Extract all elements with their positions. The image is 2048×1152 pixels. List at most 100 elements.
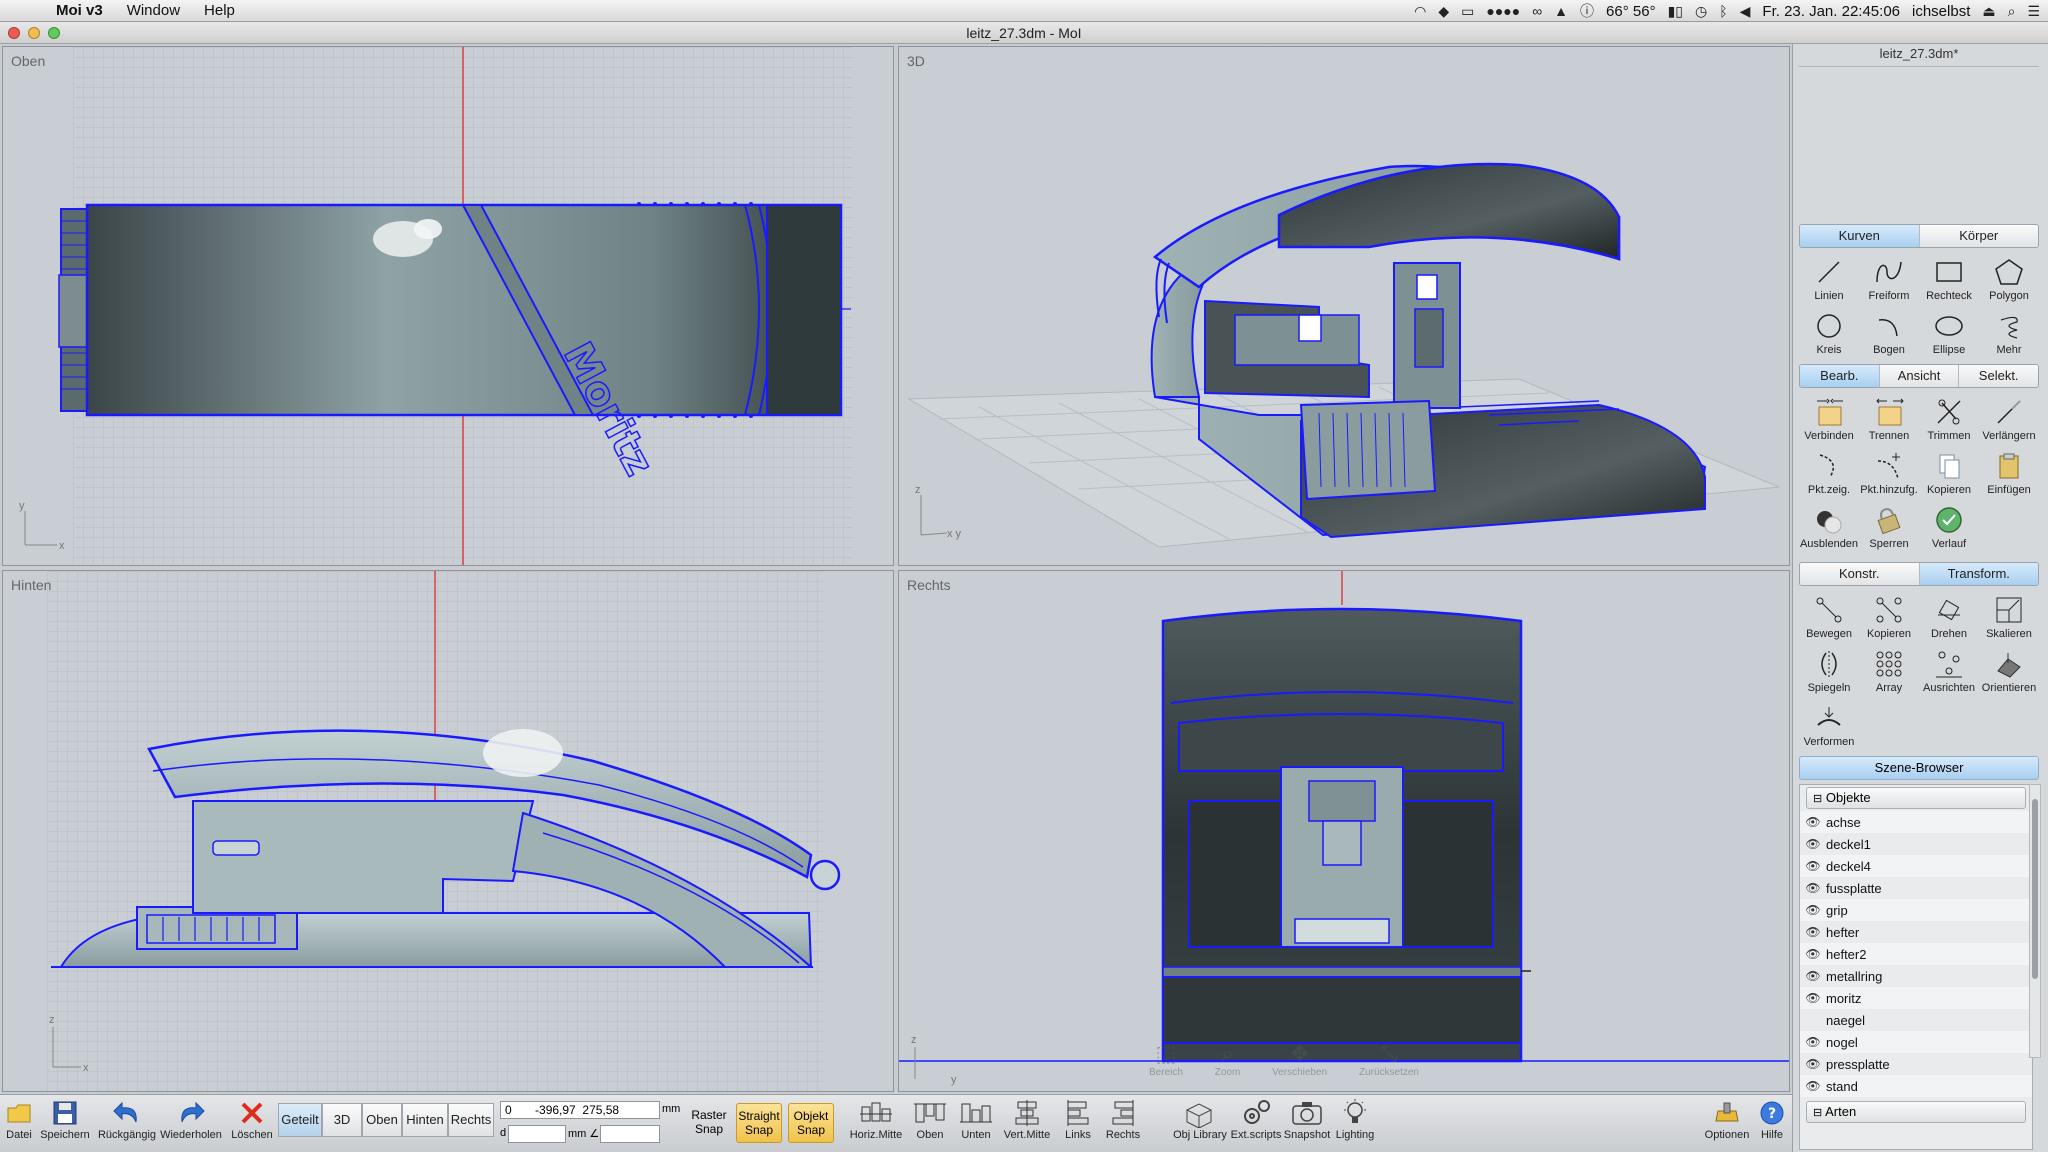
view-split-button[interactable]: Geteilt xyxy=(278,1103,322,1137)
eye-visible-icon[interactable]: 👁 xyxy=(1800,1035,1826,1049)
tool-rotate[interactable]: Drehen xyxy=(1919,588,1979,642)
tool-hide[interactable]: Ausblenden xyxy=(1799,498,1859,552)
nav-pan-button[interactable]: ✥ Verschieben xyxy=(1272,1041,1327,1091)
display-icon[interactable]: ▭ xyxy=(1461,3,1474,20)
align-horiz-center-button[interactable]: Horiz.Mitte xyxy=(848,1097,904,1141)
eye-visible-icon[interactable]: 👁 xyxy=(1800,991,1826,1005)
object-library-button[interactable]: Obj Library xyxy=(1172,1097,1228,1141)
user-name[interactable]: ichselbst xyxy=(1912,3,1970,20)
scene-object-row[interactable]: 👁 deckel1 xyxy=(1800,833,2032,855)
scene-browser-header[interactable]: Szene-Browser xyxy=(1799,756,2039,780)
eye-visible-icon[interactable]: 👁 xyxy=(1800,903,1826,917)
eye-visible-icon[interactable]: 👁 xyxy=(1800,969,1826,983)
tool-freeform[interactable]: Freiform xyxy=(1859,250,1919,304)
collapse-icon[interactable]: ⊟ xyxy=(1813,793,1822,805)
tool-paste[interactable]: Einfügen xyxy=(1979,444,2039,498)
collapse-icon[interactable]: ⊟ xyxy=(1813,1107,1822,1119)
notification-list-icon[interactable]: ☰ xyxy=(2027,3,2040,20)
file-button[interactable]: Datei xyxy=(4,1097,34,1141)
wifi-icon[interactable]: ◠ xyxy=(1414,3,1426,20)
save-button[interactable]: Speichern xyxy=(38,1097,92,1141)
tool-history[interactable]: Verlauf xyxy=(1919,498,1979,552)
temperature-status[interactable]: 66° 56° xyxy=(1606,3,1656,20)
distance-input[interactable] xyxy=(508,1125,566,1143)
tool-lines[interactable]: Linien xyxy=(1799,250,1859,304)
tab-konstr[interactable]: Konstr. xyxy=(1800,563,1920,585)
view-right-button[interactable]: Rechts xyxy=(448,1103,494,1137)
view-back-button[interactable]: Hinten xyxy=(402,1103,448,1137)
scene-object-row[interactable]: 👁 moritz xyxy=(1800,987,2032,1009)
delete-button[interactable]: Löschen xyxy=(228,1097,276,1141)
clock-icon[interactable]: ◷ xyxy=(1695,3,1707,20)
nav-zoom-button[interactable]: ⌕ Zoom xyxy=(1215,1041,1241,1091)
glasses-icon[interactable]: ∞ xyxy=(1532,3,1542,19)
options-button[interactable]: Optionen xyxy=(1702,1097,1752,1141)
grid-snap-button[interactable]: Raster Snap xyxy=(686,1103,732,1143)
tool-deform[interactable]: Verformen xyxy=(1799,696,1859,750)
coordinate-input[interactable]: 0 -396,97 275,58 xyxy=(500,1101,660,1119)
object-list-scrollbar[interactable] xyxy=(2029,784,2041,1058)
types-group-header[interactable]: ⊟ Arten xyxy=(1806,1101,2026,1123)
minimize-window-button[interactable] xyxy=(28,27,40,39)
eye-visible-icon[interactable]: 👁 xyxy=(1800,881,1826,895)
align-bottom-button[interactable]: Unten xyxy=(956,1097,996,1141)
redo-button[interactable]: Wiederholen xyxy=(160,1097,222,1141)
tool-move[interactable]: Bewegen xyxy=(1799,588,1859,642)
scene-object-row[interactable]: 👁 fussplatte xyxy=(1800,877,2032,899)
bell-icon[interactable]: ▲ xyxy=(1554,3,1568,19)
datetime-status[interactable]: Fr. 23. Jan. 22:45:06 xyxy=(1762,3,1900,20)
tab-selekt[interactable]: Selekt. xyxy=(1959,365,2038,387)
bluetooth-icon[interactable]: ᛒ xyxy=(1719,3,1727,19)
help-button[interactable]: ? Hilfe xyxy=(1756,1097,1788,1141)
menu-app[interactable]: Moi v3 xyxy=(44,2,115,19)
tab-koerper[interactable]: Körper xyxy=(1919,225,2038,247)
spotlight-search-icon[interactable]: ⌕ xyxy=(2008,3,2016,20)
eject-icon[interactable]: ⏏ xyxy=(1982,3,1995,20)
tool-mirror[interactable]: Spiegeln xyxy=(1799,642,1859,696)
tool-more[interactable]: Mehr xyxy=(1979,304,2039,358)
viewport-right[interactable]: Rechts z y ⬚ Bereich ⌕ Zoom ✥ Verschieben ⤡… xyxy=(898,570,1790,1092)
eye-visible-icon[interactable]: 👁 xyxy=(1800,1079,1826,1093)
lighting-button[interactable]: Lighting xyxy=(1332,1097,1378,1141)
scene-object-row[interactable]: 👁 stand xyxy=(1800,1075,2032,1097)
eye-visible-icon[interactable]: 👁 xyxy=(1800,837,1826,851)
tool-scale[interactable]: Skalieren xyxy=(1979,588,2039,642)
viewport-3d[interactable]: 3D z x y xyxy=(898,46,1790,566)
tool-show-points[interactable]: Pkt.zeig. xyxy=(1799,444,1859,498)
straight-snap-button[interactable]: Straight Snap xyxy=(736,1103,782,1143)
accessibility-icon[interactable]: ⓘ xyxy=(1580,1,1594,21)
tool-copy-transform[interactable]: Kopieren xyxy=(1859,588,1919,642)
zoom-window-button[interactable] xyxy=(48,27,60,39)
tool-align[interactable]: Ausrichten xyxy=(1919,642,1979,696)
scene-object-row[interactable]: 👁 achse xyxy=(1800,811,2032,833)
tool-orient[interactable]: Orientieren xyxy=(1979,642,2039,696)
viewport-back[interactable]: Hinten z x xyxy=(2,570,894,1092)
tool-separate[interactable]: Trennen xyxy=(1859,390,1919,444)
tool-trim[interactable]: Trimmen xyxy=(1919,390,1979,444)
eye-visible-icon[interactable]: 👁 xyxy=(1800,1057,1826,1071)
tool-join[interactable]: Verbinden xyxy=(1799,390,1859,444)
scene-object-row[interactable]: naegel xyxy=(1800,1009,2032,1031)
angle-input[interactable] xyxy=(600,1125,660,1143)
traffic-lights-icon[interactable]: ●●●● xyxy=(1486,3,1520,19)
object-snap-button[interactable]: Objekt Snap xyxy=(788,1103,834,1143)
scrollbar-thumb[interactable] xyxy=(2032,799,2038,979)
scene-object-row[interactable]: 👁 metallring xyxy=(1800,965,2032,987)
ext-scripts-button[interactable]: Ext.scripts xyxy=(1230,1097,1282,1141)
eye-visible-icon[interactable]: 👁 xyxy=(1800,925,1826,939)
align-left-button[interactable]: Links xyxy=(1062,1097,1094,1141)
objects-group-header[interactable]: ⊟ Objekte xyxy=(1806,787,2026,809)
tool-circle[interactable]: Kreis xyxy=(1799,304,1859,358)
nav-area-button[interactable]: ⬚ Bereich xyxy=(1149,1041,1183,1091)
undo-button[interactable]: Rückgängig xyxy=(96,1097,158,1141)
tool-polygon[interactable]: Polygon xyxy=(1979,250,2039,304)
scene-object-row[interactable]: 👁 hefter xyxy=(1800,921,2032,943)
view-3d-button[interactable]: 3D xyxy=(322,1103,362,1137)
scene-object-row[interactable]: 👁 deckel4 xyxy=(1800,855,2032,877)
tool-rectangle[interactable]: Rechteck xyxy=(1919,250,1979,304)
eye-visible-icon[interactable]: 👁 xyxy=(1800,815,1826,829)
align-vert-center-button[interactable]: Vert.Mitte xyxy=(1002,1097,1052,1141)
tab-kurven[interactable]: Kurven xyxy=(1800,225,1920,247)
eye-visible-icon[interactable]: 👁 xyxy=(1800,859,1826,873)
snapshot-button[interactable]: Snapshot xyxy=(1284,1097,1330,1141)
